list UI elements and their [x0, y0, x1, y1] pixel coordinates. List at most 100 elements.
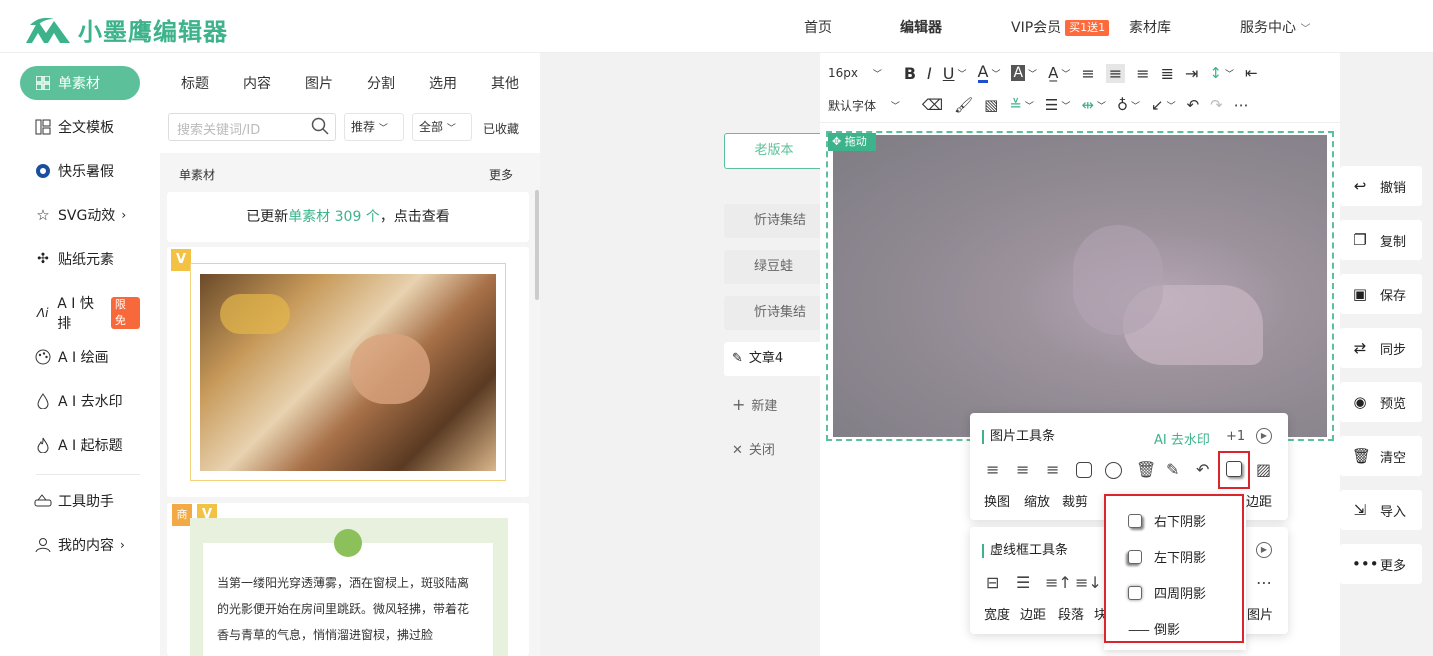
italic-icon[interactable]: I [927, 64, 932, 83]
nav-service[interactable]: 服务中心 ﹀ [1240, 0, 1310, 53]
more-dots-icon[interactable]: ⋯ [1256, 573, 1272, 592]
tab-selected[interactable]: 选用 [429, 73, 457, 93]
indent-icon[interactable]: ⇥ [1185, 64, 1198, 83]
bold-icon[interactable]: B [904, 64, 916, 83]
nav-vip[interactable]: VIP会员 买1送1 [1011, 0, 1110, 53]
image-label[interactable]: 图片 [1247, 604, 1273, 623]
paragraph-icon[interactable]: ≡↑ [1045, 573, 1072, 592]
tab-divider[interactable]: 分割 [367, 73, 395, 93]
update-count-link[interactable]: 单素材 309 个 [288, 209, 380, 225]
scale-label[interactable]: 缩放 [1024, 491, 1050, 510]
font-color-icon[interactable]: A [977, 63, 989, 83]
sidebar-item-ai-paint[interactable]: A I 绘画 [20, 340, 140, 374]
search-icon[interactable] [311, 117, 329, 139]
eraser-icon[interactable]: ⌫ [922, 96, 943, 114]
replace-image-label[interactable]: 换图 [984, 491, 1010, 510]
ai-watermark-link[interactable]: AI 去水印 [1154, 429, 1210, 448]
align-left-icon[interactable]: ≡ [1081, 64, 1094, 83]
save-button[interactable]: ▣ 保存 [1340, 274, 1422, 314]
close-article-button[interactable]: ✕ 关闭 [724, 434, 824, 468]
sidebar-item-sticker[interactable]: ✣ 贴纸元素 [20, 242, 140, 276]
copy-button[interactable]: ❐ 复制 [1340, 220, 1422, 260]
align-right-icon[interactable]: ≡ [1046, 460, 1059, 479]
image-replace-icon[interactable]: ▨ [1256, 460, 1271, 479]
play-icon[interactable]: ▶ [1256, 542, 1272, 558]
clear-button[interactable]: 🗑 清空 [1340, 436, 1422, 476]
sync-button[interactable]: ⇄ 同步 [1340, 328, 1422, 368]
rounded-corner-icon[interactable] [1076, 462, 1092, 478]
rotate-icon[interactable]: ↶ [1196, 460, 1209, 479]
circle-crop-icon[interactable] [1105, 462, 1122, 479]
magnolia-image[interactable] [833, 135, 1327, 437]
reflection-option[interactable]: ⸺ 倒影 [1128, 619, 1180, 638]
align-center-icon[interactable]: ≡ [1105, 63, 1126, 83]
margin-label[interactable]: 边距 [1246, 491, 1272, 510]
exit-icon[interactable]: ⇤ [1245, 64, 1258, 82]
image-icon[interactable]: ▧ [984, 96, 998, 114]
undo-icon[interactable]: ↶ [1187, 96, 1200, 114]
tab-content[interactable]: 内容 [243, 73, 271, 93]
nav-materials[interactable]: 素材库 [1129, 0, 1171, 53]
more-dots-icon[interactable]: ⋯ [1234, 96, 1249, 114]
tab-title[interactable]: 标题 [181, 73, 209, 93]
line-height-icon[interactable]: ↕ [1209, 64, 1222, 82]
import-button[interactable]: ⇲ 导入 [1340, 490, 1422, 530]
article-tab[interactable]: 忻诗集结 [724, 204, 824, 238]
sidebar-item-ai-watermark[interactable]: A I 去水印 [20, 384, 140, 418]
more-link[interactable]: 更多 [489, 166, 513, 183]
align-right-icon[interactable]: ≡ [1136, 64, 1149, 83]
align-left-icon[interactable]: ≡ [986, 460, 999, 479]
width-icon[interactable]: ⊟ [986, 573, 999, 592]
width-label[interactable]: 宽度 [984, 604, 1010, 623]
sidebar-item-full-template[interactable]: 全文模板 [20, 110, 140, 144]
highlight-icon[interactable]: A [1011, 65, 1026, 81]
crop-label[interactable]: 裁剪 [1062, 491, 1088, 510]
sidebar-item-single-material[interactable]: 单素材 [20, 66, 140, 100]
letter-spacing-icon[interactable]: ⇹ [1081, 96, 1094, 114]
logo[interactable]: 小墨鹰编辑器 [24, 12, 228, 47]
format-brush-icon[interactable]: 🖌 [954, 96, 973, 114]
sidebar-item-svg[interactable]: ☆ SVG动效 › [20, 198, 140, 232]
sidebar-item-my-content[interactable]: 我的内容 › [20, 528, 140, 562]
play-icon[interactable]: ▶ [1256, 428, 1272, 444]
font-size-select[interactable]: 16px ﹀ [828, 66, 893, 80]
filter-dropdown[interactable]: 全部 ﹀ [412, 113, 472, 141]
shadow-all-sides-option[interactable]: 四周阴影 [1128, 583, 1206, 602]
paragraph-spacing-icon[interactable]: ☰ [1045, 96, 1058, 114]
old-version-button[interactable]: 老版本 [724, 133, 824, 169]
sidebar-item-tools[interactable]: 工具助手 [20, 484, 140, 518]
sort-dropdown[interactable]: 推荐 ﹀ [344, 113, 404, 141]
article-tab[interactable]: 绿豆蛙 [724, 250, 824, 284]
paragraph-label[interactable]: 段落 [1058, 604, 1084, 623]
underline-icon[interactable]: U [943, 64, 955, 83]
sidebar-item-summer[interactable]: 快乐暑假 [20, 154, 140, 188]
bulb-icon[interactable]: ♁ [1117, 96, 1128, 114]
spacing-icon[interactable]: ≚ [1009, 96, 1022, 114]
sidebar-item-ai-layout[interactable]: Λi A I 快排 限免 [20, 296, 140, 332]
arrow-icon[interactable]: ↙ [1151, 96, 1164, 114]
delete-icon[interactable]: 🗑 [1136, 460, 1156, 479]
new-article-button[interactable]: + 新建 [724, 388, 824, 422]
tab-other[interactable]: 其他 [491, 73, 519, 93]
plus-one[interactable]: +1 [1226, 429, 1245, 444]
margin-icon[interactable]: ☰ [1016, 573, 1030, 592]
shadow-icon[interactable] [1226, 461, 1242, 477]
margin-label[interactable]: 边距 [1020, 604, 1046, 623]
preview-button[interactable]: ◉ 预览 [1340, 382, 1422, 422]
block-icon[interactable]: ≡↓ [1075, 573, 1102, 592]
nav-editor[interactable]: 编辑器 [900, 0, 942, 53]
scrollbar[interactable] [535, 190, 539, 300]
align-center-icon[interactable]: ≡ [1016, 460, 1029, 479]
article-tab-active[interactable]: ✎ 文章4 [724, 342, 824, 376]
nav-home[interactable]: 首页 [804, 0, 832, 53]
more-button[interactable]: ••• 更多 [1340, 544, 1422, 584]
text-effect-icon[interactable]: A̲ [1048, 64, 1058, 82]
tab-image[interactable]: 图片 [305, 73, 333, 93]
redo-icon[interactable]: ↷ [1210, 96, 1223, 114]
drag-handle[interactable]: ✥ 拖动 [828, 133, 876, 151]
justify-icon[interactable]: ≣ [1161, 64, 1174, 83]
undo-button[interactable]: ↩ 撤销 [1340, 166, 1422, 206]
search-input[interactable]: 搜索关键词/ID [168, 113, 336, 141]
sidebar-item-ai-title[interactable]: A I 起标题 [20, 428, 140, 462]
article-tab[interactable]: 忻诗集结 [724, 296, 824, 330]
